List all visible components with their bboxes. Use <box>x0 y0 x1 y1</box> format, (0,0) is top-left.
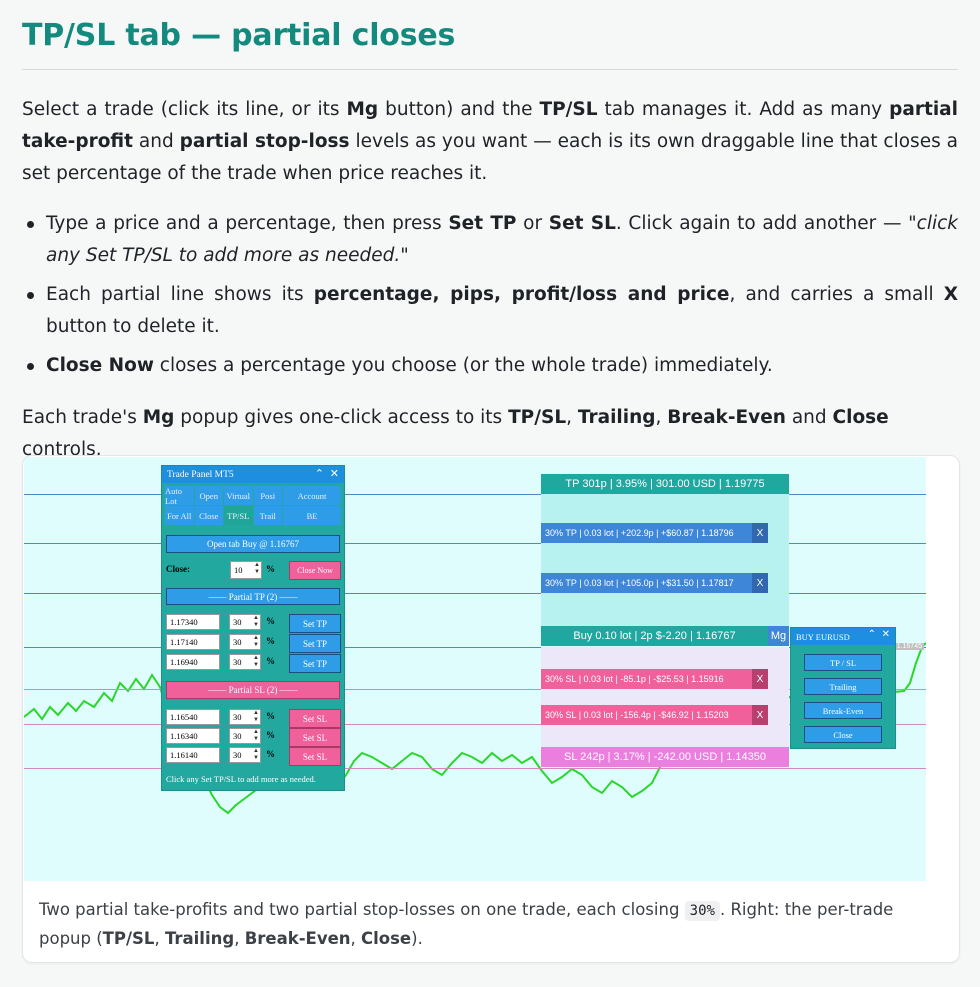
panel-tabs: Auto Lot Open Virtual Posi Account For A… <box>165 486 341 525</box>
set-sl-button[interactable]: Set SL <box>289 709 341 728</box>
list-item: Each partial line shows its percentage, … <box>27 279 958 343</box>
tp-percent-input[interactable]: 30 ▲ ▼ <box>229 614 261 630</box>
tp-main-line[interactable]: TP 301p | 3.95% | 301.00 USD | 1.19775 <box>541 474 789 494</box>
spinner-icon[interactable]: ▲ ▼ <box>253 615 259 629</box>
sl-main-line[interactable]: SL 242p | 3.17% | -242.00 USD | 1.14350 <box>541 747 789 767</box>
tab-trail[interactable]: Trail <box>253 506 282 525</box>
tp-price-input[interactable]: 1.17340 <box>166 614 220 630</box>
popup-close-button[interactable]: Close <box>804 726 882 743</box>
tab-open[interactable]: Open <box>194 486 223 505</box>
partial-sl-header: —— Partial SL (2) —— <box>166 681 340 699</box>
minimize-icon[interactable]: ⌃ <box>315 467 324 480</box>
trade-panel: Trade Panel MT5 ⌃ ✕ Auto Lot Open Virtua… <box>161 465 345 791</box>
tab-close[interactable]: Close <box>194 506 223 525</box>
intro-paragraph: Select a trade (click its line, or its M… <box>22 99 958 184</box>
tp-price-input[interactable]: 1.17140 <box>166 634 220 650</box>
tab-account[interactable]: Account <box>283 486 341 505</box>
popup-trailing-button[interactable]: Trailing <box>804 678 882 695</box>
partial-tp-line[interactable]: 30% TP | 0.03 lot | +202.9p | +$60.87 | … <box>541 523 768 543</box>
page-heading: TP/SL tab — partial closes <box>22 18 456 53</box>
partial-sl-line[interactable]: 30% SL | 0.03 lot | -156.4p | -$46.92 | … <box>541 705 768 725</box>
open-tab-buy-button[interactable]: Open tab Buy @ 1.16767 <box>166 535 340 553</box>
percent-label: % <box>266 616 275 626</box>
spinner-icon[interactable]: ▲ ▼ <box>253 729 259 743</box>
panel-title: Trade Panel MT5 <box>167 469 234 480</box>
panel-titlebar: Trade Panel MT5 ⌃ ✕ <box>162 466 344 483</box>
set-tp-button[interactable]: Set TP <box>289 634 341 653</box>
figure-caption: Two partial take-profits and two partial… <box>39 900 894 948</box>
tab-be[interactable]: BE <box>283 506 341 525</box>
percent-label: % <box>266 656 275 666</box>
sl-percent-input[interactable]: 30 ▲ ▼ <box>229 709 261 725</box>
spinner-icon[interactable]: ▲ ▼ <box>253 748 259 762</box>
price-tag: 1.16745 <box>894 643 924 650</box>
tab-virtual[interactable]: Virtual <box>224 486 253 505</box>
close-label: Close: <box>166 564 190 574</box>
popup-titlebar: BUY EURUSD ⌃ ✕ <box>791 628 895 645</box>
panel-hint: Click any Set TP/SL to add more as neede… <box>166 774 316 784</box>
percent-label: % <box>266 749 275 759</box>
level-line <box>24 593 926 594</box>
partial-tp-line[interactable]: 30% TP | 0.03 lot | +105.0p | +$31.50 | … <box>541 573 768 593</box>
spinner-icon[interactable]: ▲ ▼ <box>253 655 259 669</box>
level-line <box>24 494 926 495</box>
close-icon[interactable]: ✕ <box>882 629 890 640</box>
sl-percent-input[interactable]: 30 ▲ ▼ <box>229 747 261 763</box>
set-tp-button[interactable]: Set TP <box>289 614 341 633</box>
sl-price-input[interactable]: 1.16340 <box>166 728 220 744</box>
figure-card: TP 301p | 3.95% | 301.00 USD | 1.19775 3… <box>22 455 960 963</box>
percent-label: % <box>266 564 275 574</box>
set-tp-button[interactable]: Set TP <box>289 654 341 673</box>
spinner-icon[interactable]: ▲ ▼ <box>253 710 259 724</box>
tab-tpsl[interactable]: TP/SL <box>224 506 253 525</box>
minimize-icon[interactable]: ⌃ <box>868 629 876 640</box>
popup-tpsl-button[interactable]: TP / SL <box>804 654 882 671</box>
delete-partial-button[interactable]: X <box>752 705 768 725</box>
close-percent-input[interactable]: 10 ▲ ▼ <box>230 561 262 579</box>
tab-for-all[interactable]: For All <box>165 506 194 525</box>
delete-partial-button[interactable]: X <box>752 523 768 543</box>
percent-label: % <box>266 730 275 740</box>
mg-button[interactable]: Mg <box>768 626 789 646</box>
percent-label: % <box>266 711 275 721</box>
sl-price-input[interactable]: 1.16140 <box>166 747 220 763</box>
sl-price-input[interactable]: 1.16540 <box>166 709 220 725</box>
partial-tp-header: —— Partial TP (2) —— <box>166 588 340 605</box>
tp-zone <box>541 493 789 627</box>
tab-posi[interactable]: Posi <box>253 486 282 505</box>
trade-popup: BUY EURUSD ⌃ ✕ TP / SL Trailing Break-Ev… <box>790 627 896 749</box>
delete-partial-button[interactable]: X <box>752 573 768 593</box>
popup-break-even-button[interactable]: Break-Even <box>804 702 882 719</box>
tab-auto-lot[interactable]: Auto Lot <box>165 486 194 506</box>
list-item: Type a price and a percentage, then pres… <box>27 208 958 272</box>
feature-list: Type a price and a percentage, then pres… <box>22 208 958 389</box>
sl-zone <box>541 647 789 747</box>
buy-position-line[interactable]: Buy 0.10 lot | 2p $-2.20 | 1.16767 <box>541 626 768 646</box>
spinner-icon[interactable]: ▲ ▼ <box>254 562 260 576</box>
level-line <box>24 768 926 769</box>
popup-title: BUY EURUSD <box>796 631 850 642</box>
tp-price-input[interactable]: 1.16940 <box>166 654 220 670</box>
set-sl-button[interactable]: Set SL <box>289 747 341 766</box>
tp-percent-input[interactable]: 30 ▲ ▼ <box>229 654 261 670</box>
list-item: Close Now closes a percentage you choose… <box>27 350 958 382</box>
close-now-button[interactable]: Close Now <box>289 561 341 580</box>
set-sl-button[interactable]: Set SL <box>289 728 341 747</box>
percent-label: % <box>266 636 275 646</box>
close-icon[interactable]: ✕ <box>330 467 339 480</box>
partial-sl-line[interactable]: 30% SL | 0.03 lot | -85.1p | -$25.53 | 1… <box>541 669 768 689</box>
delete-partial-button[interactable]: X <box>752 669 768 689</box>
tp-percent-input[interactable]: 30 ▲ ▼ <box>229 634 261 650</box>
heading-divider <box>22 69 958 70</box>
spinner-icon[interactable]: ▲ ▼ <box>253 635 259 649</box>
sl-percent-input[interactable]: 30 ▲ ▼ <box>229 728 261 744</box>
chart-screenshot: TP 301p | 3.95% | 301.00 USD | 1.19775 3… <box>24 457 926 881</box>
level-line <box>24 543 926 544</box>
